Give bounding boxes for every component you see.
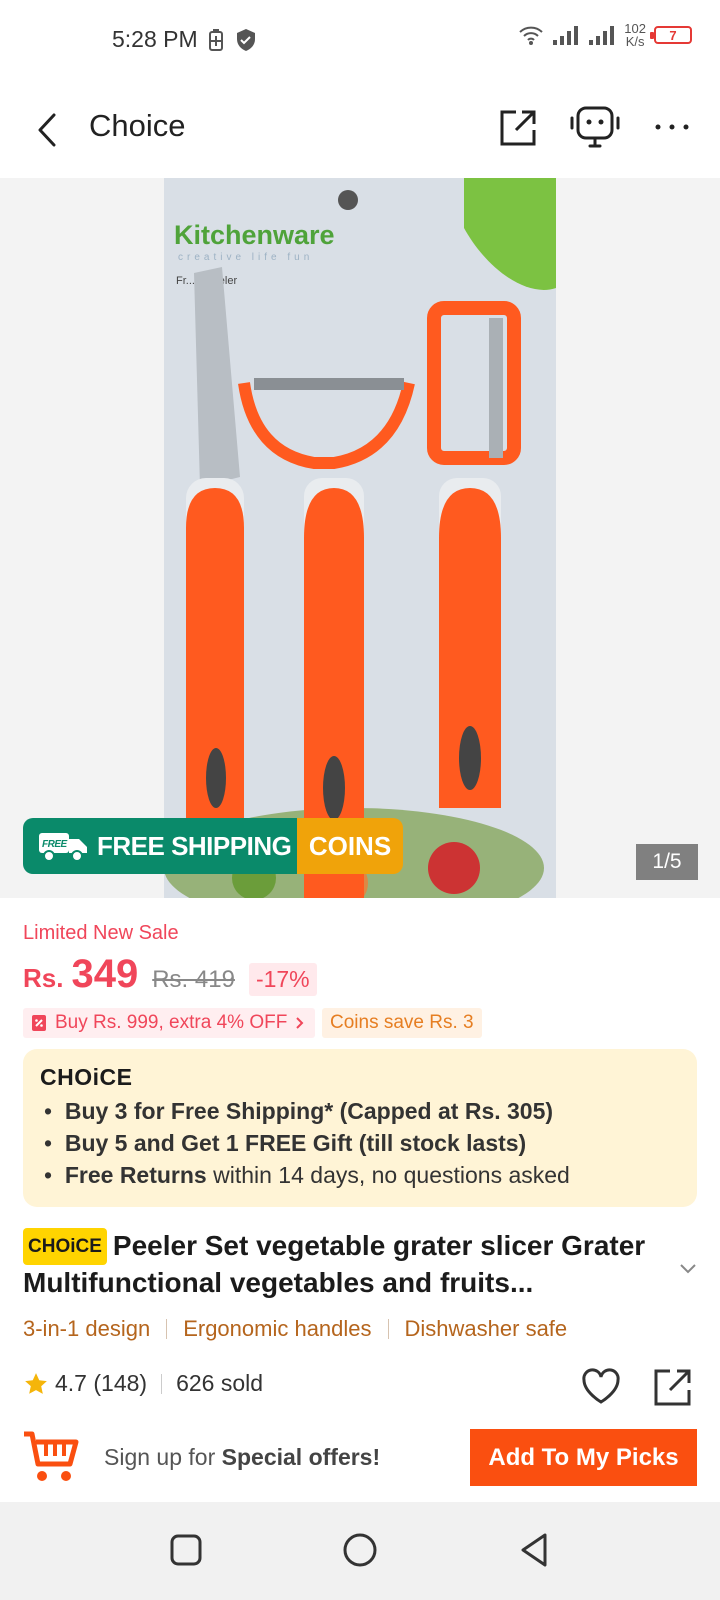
- image-pager: 1/5: [636, 844, 698, 880]
- divider: [387, 1319, 389, 1339]
- sold-count: 626 sold: [176, 1370, 264, 1396]
- speed-unit: K/s: [625, 34, 645, 49]
- coupon-icon: [32, 1015, 46, 1031]
- rating-score: 4.7: [55, 1370, 87, 1396]
- feature-tag: 3-in-1 design: [23, 1316, 151, 1341]
- battery-saver-icon: [209, 29, 223, 51]
- heart-icon[interactable]: [580, 1366, 622, 1408]
- package-tagline: creative life fun: [178, 252, 313, 263]
- signup-text: Sign up for: [104, 1444, 222, 1470]
- signal-icon: [553, 26, 579, 45]
- network-speed: 102 K/s: [624, 22, 646, 48]
- shipping-coins-banner: FREE FREE SHIPPING COINS: [23, 818, 403, 874]
- price-currency: Rs.: [23, 963, 64, 993]
- home-icon[interactable]: [340, 1530, 380, 1570]
- share-icon[interactable]: [652, 1366, 694, 1408]
- divider: [166, 1319, 168, 1339]
- discount-badge: -17%: [248, 963, 317, 996]
- choice-benefit-2-text: Buy 5 and Get 1 FREE Gift (till stock la…: [64, 1130, 527, 1156]
- coins-label: COINS: [297, 818, 403, 874]
- product-image[interactable]: Kitchenware creative life fun Fr... &Pee…: [164, 178, 556, 898]
- free-shipping-text: FREE SHIPPING: [97, 830, 292, 861]
- price-row: Rs. 349 Rs. 419 -17%: [23, 952, 317, 997]
- free-shipping-label: FREE FREE SHIPPING: [23, 818, 297, 874]
- battery-level: 7: [669, 27, 677, 43]
- signal-icon-2: [589, 26, 615, 45]
- battery-icon: 7: [650, 26, 692, 44]
- signup-bold: Special offers!: [221, 1444, 381, 1470]
- peeler-set-illustration: Kitchenware creative life fun Fr... &Pee…: [164, 178, 556, 898]
- product-title[interactable]: CHOiCE Peeler Set vegetable grater slicer…: [23, 1228, 673, 1300]
- shopping-cart-icon[interactable]: [22, 1428, 80, 1486]
- choice-benefit-3: • Free Returns within 14 days, no questi…: [44, 1162, 570, 1188]
- feature-tags: 3-in-1 design Ergonomic handles Dishwash…: [23, 1316, 567, 1342]
- shield-icon: [237, 29, 255, 51]
- choice-benefit-1: • Buy 3 for Free Shipping* (Capped at Rs…: [44, 1098, 554, 1124]
- rating-row[interactable]: 4.7 (148) 626 sold: [23, 1370, 263, 1397]
- status-icons-right: 102 K/s 7: [518, 22, 692, 48]
- original-price: Rs. 419: [152, 966, 235, 993]
- product-title-text: Peeler Set vegetable grater slicer Grate…: [23, 1230, 646, 1298]
- choice-benefit-3-bold: Free Returns: [64, 1162, 207, 1188]
- more-options-icon[interactable]: [652, 112, 692, 142]
- star-icon: [25, 1372, 47, 1394]
- divider: [161, 1373, 163, 1394]
- share-icon[interactable]: [496, 106, 540, 150]
- add-to-picks-button[interactable]: Add To My Picks: [470, 1429, 697, 1486]
- package-brand: Kitchenware: [174, 220, 335, 250]
- choice-logo: CHOiCE: [40, 1064, 133, 1090]
- choice-benefit-1-text: Buy 3 for Free Shipping* (Capped at Rs. …: [64, 1098, 554, 1124]
- price-value: 349: [71, 952, 139, 996]
- back-arrow-icon[interactable]: [30, 110, 66, 150]
- signup-prompt[interactable]: Sign up for Special offers!: [104, 1444, 380, 1471]
- chevron-down-icon[interactable]: [676, 1256, 700, 1280]
- promo-buy-text: Buy Rs. 999, extra 4% OFF: [55, 1012, 288, 1033]
- feature-tag: Ergonomic handles: [183, 1316, 372, 1341]
- customer-service-icon[interactable]: [568, 104, 622, 152]
- recent-apps-icon[interactable]: [166, 1530, 206, 1570]
- promo-buy-extra[interactable]: Buy Rs. 999, extra 4% OFF: [23, 1008, 316, 1038]
- rating-count: (148): [93, 1370, 148, 1396]
- feature-tag: Dishwasher safe: [404, 1316, 568, 1341]
- truck-badge-text: FREE: [42, 839, 68, 850]
- page-title: Choice: [89, 108, 186, 143]
- back-nav-icon[interactable]: [514, 1530, 554, 1570]
- limited-sale-label: Limited New Sale: [23, 922, 179, 944]
- choice-tag: CHOiCE: [23, 1228, 107, 1265]
- status-icons-left: [208, 26, 258, 54]
- promo-coins-save[interactable]: Coins save Rs. 3: [322, 1008, 482, 1038]
- wifi-icon: [519, 26, 543, 45]
- truck-icon: FREE: [39, 833, 87, 862]
- choice-benefit-3-text: within 14 days, no questions asked: [206, 1162, 570, 1188]
- status-time: 5:28 PM: [112, 26, 198, 52]
- choice-benefit-2: • Buy 5 and Get 1 FREE Gift (till stock …: [44, 1130, 527, 1156]
- chevron-right-icon: [296, 1017, 304, 1029]
